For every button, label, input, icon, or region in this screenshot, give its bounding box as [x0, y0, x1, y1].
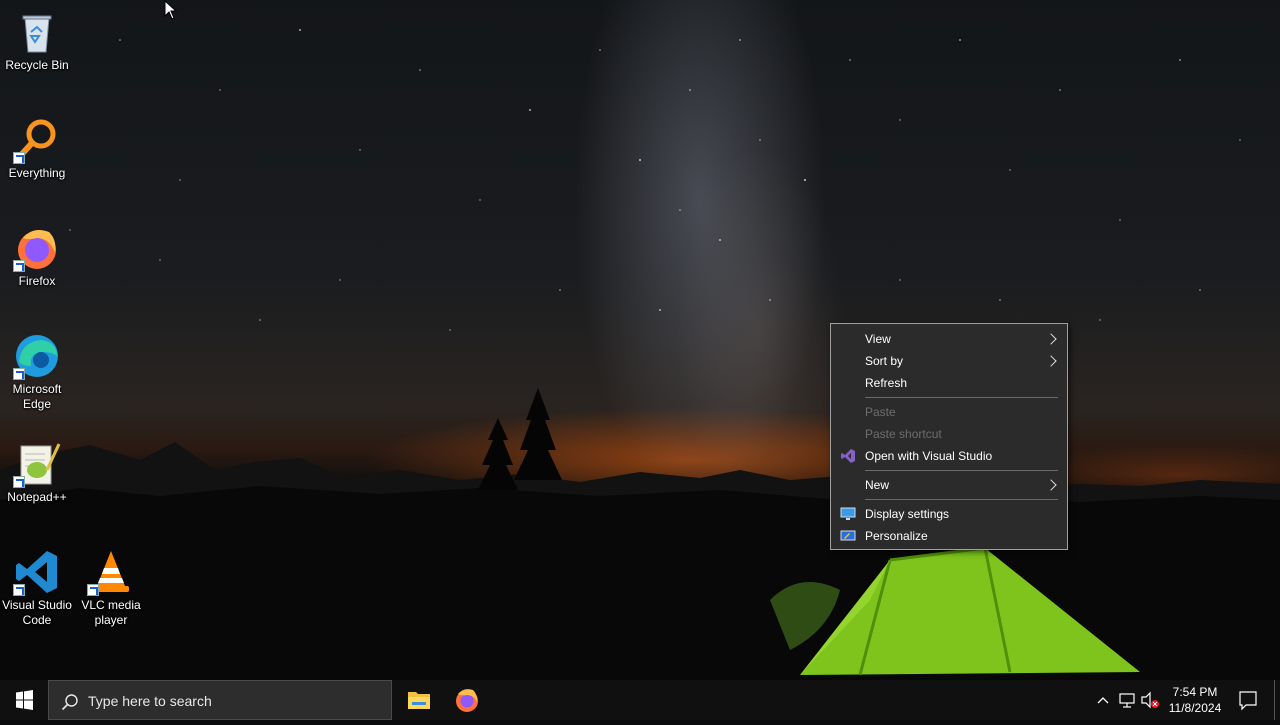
shortcut-arrow-icon — [13, 152, 25, 164]
file-explorer-icon — [408, 692, 430, 709]
desktop-icon-visual-studio-code[interactable]: Visual Studio Code — [0, 544, 75, 628]
menu-item-label: View — [865, 332, 891, 346]
everything-search-icon — [13, 116, 61, 164]
shortcut-arrow-icon — [87, 584, 99, 596]
firefox-icon — [13, 224, 61, 272]
menu-item-sort-by[interactable]: Sort by — [831, 350, 1067, 372]
menu-item-label: New — [865, 478, 890, 492]
wallpaper-art — [0, 29, 1280, 680]
shortcut-arrow-icon — [13, 584, 25, 596]
taskbar: Type here to search 7:54 PM 11/8/2024 — [0, 680, 1280, 720]
vlc-icon — [87, 548, 135, 596]
taskbar-firefox[interactable] — [443, 680, 491, 720]
search-icon — [61, 694, 78, 711]
display-settings-icon — [840, 506, 856, 522]
shortcut-arrow-icon — [13, 260, 25, 272]
menu-item-label: Personalize — [865, 529, 928, 543]
menu-item-label: Paste shortcut — [865, 427, 942, 441]
taskbar-file-explorer[interactable] — [395, 680, 443, 720]
vscode-icon — [13, 548, 61, 596]
chevron-up-icon — [1097, 697, 1109, 704]
shortcut-arrow-icon — [13, 476, 25, 488]
desktop-icon-label: Firefox — [18, 274, 56, 288]
desktop-context-menu: View Sort by Refresh Paste Paste shortcu… — [830, 323, 1068, 550]
desktop-icon-vlc[interactable]: VLC media player — [73, 544, 149, 628]
recycle-bin-icon — [13, 8, 61, 56]
menu-item-display-settings[interactable]: Display settings — [831, 503, 1067, 525]
chevron-right-icon — [1045, 479, 1057, 491]
desktop-icon-label: Notepad++ — [7, 490, 67, 504]
chevron-right-icon — [1045, 355, 1057, 367]
menu-separator — [865, 397, 1058, 398]
desktop-icon-microsoft-edge[interactable]: Microsoft Edge — [0, 328, 75, 412]
taskbar-search-box[interactable]: Type here to search — [48, 680, 392, 720]
notepad-plus-plus-icon — [13, 440, 61, 488]
menu-item-open-with-visual-studio[interactable]: Open with Visual Studio — [831, 445, 1067, 467]
chevron-right-icon — [1045, 333, 1057, 345]
visual-studio-icon — [840, 448, 856, 464]
edge-icon — [13, 332, 61, 380]
desktop-icon-everything[interactable]: Everything — [0, 112, 75, 181]
menu-separator — [865, 499, 1058, 500]
show-hidden-icons-button[interactable] — [1092, 680, 1114, 720]
personalize-icon — [840, 528, 856, 544]
show-desktop-button[interactable] — [1274, 680, 1280, 720]
desktop-icon-label: Microsoft Edge — [12, 382, 62, 411]
windows-logo-icon — [16, 690, 33, 710]
network-icon — [1119, 693, 1135, 708]
start-button[interactable] — [0, 680, 48, 720]
search-placeholder: Type here to search — [88, 693, 212, 709]
clock-date: 11/8/2024 — [1168, 701, 1222, 715]
desktop-icon-label: Recycle Bin — [5, 58, 69, 72]
menu-item-paste-shortcut: Paste shortcut — [831, 423, 1067, 445]
action-center-button[interactable] — [1234, 680, 1262, 720]
desktop-icon-notepad-plus-plus[interactable]: Notepad++ — [0, 436, 75, 505]
menu-item-personalize[interactable]: Personalize — [831, 525, 1067, 547]
desktop-icon-label: VLC media player — [81, 598, 141, 627]
menu-item-label: Sort by — [865, 354, 904, 368]
menu-separator — [865, 470, 1058, 471]
desktop-icon-label: Visual Studio Code — [2, 598, 72, 627]
desktop-icon-recycle-bin[interactable]: Recycle Bin — [0, 4, 75, 73]
desktop-icon-firefox[interactable]: Firefox — [0, 220, 75, 289]
desktop-icon-label: Everything — [8, 166, 66, 180]
menu-item-view[interactable]: View — [831, 328, 1067, 350]
network-status-button[interactable] — [1115, 680, 1139, 720]
firefox-icon — [456, 689, 478, 712]
menu-item-paste: Paste — [831, 401, 1067, 423]
menu-item-label: Refresh — [865, 376, 908, 390]
mouse-pointer-icon — [164, 0, 178, 20]
menu-item-refresh[interactable]: Refresh — [831, 372, 1067, 394]
menu-item-label: Display settings — [865, 507, 950, 521]
clock-time: 7:54 PM — [1172, 685, 1218, 699]
menu-item-label: Open with Visual Studio — [865, 449, 993, 463]
taskbar-clock[interactable]: 7:54 PM 11/8/2024 — [1160, 684, 1230, 716]
action-center-icon — [1239, 691, 1257, 711]
desktop-wallpaper[interactable] — [0, 0, 1280, 680]
menu-item-label: Paste — [865, 405, 896, 419]
menu-item-new[interactable]: New — [831, 474, 1067, 496]
shortcut-arrow-icon — [13, 368, 25, 380]
